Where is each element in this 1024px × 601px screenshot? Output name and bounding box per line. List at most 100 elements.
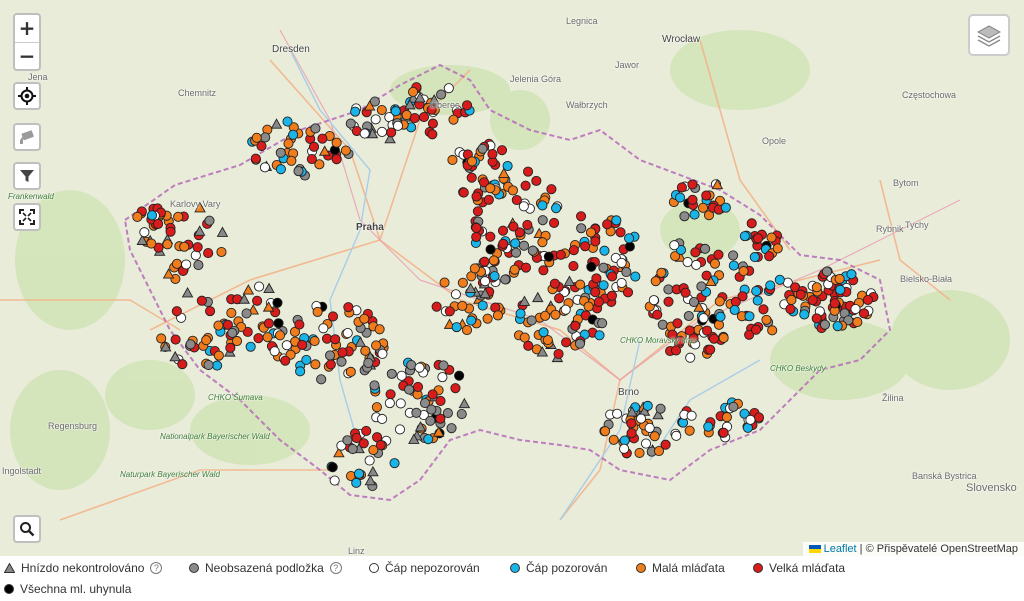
nest-marker-large[interactable]: [862, 294, 873, 305]
nest-marker-small[interactable]: [213, 320, 224, 331]
nest-marker-empty[interactable]: [241, 308, 252, 319]
nest-marker-uncontrolled[interactable]: [458, 397, 471, 409]
search-button[interactable]: [13, 515, 41, 543]
nest-marker-small[interactable]: [600, 426, 611, 437]
nest-marker-empty[interactable]: [510, 247, 522, 258]
nest-marker-large[interactable]: [753, 233, 764, 244]
nest-marker-large[interactable]: [297, 339, 308, 350]
nest-marker-observed[interactable]: [744, 311, 755, 322]
nest-marker-small[interactable]: [371, 340, 382, 351]
nest-marker-large[interactable]: [435, 395, 446, 407]
nest-marker-small[interactable]: [201, 335, 212, 346]
nest-marker-large[interactable]: [746, 218, 757, 229]
nest-marker-observed[interactable]: [689, 209, 700, 220]
nest-marker-large[interactable]: [308, 141, 320, 152]
nest-marker-not_observed[interactable]: [560, 304, 571, 315]
nest-marker-not_observed[interactable]: [616, 257, 627, 268]
nest-marker-not_observed[interactable]: [437, 372, 448, 383]
nest-marker-small[interactable]: [684, 425, 695, 436]
nest-marker-observed[interactable]: [703, 421, 714, 432]
nest-marker-small[interactable]: [482, 313, 493, 324]
nest-marker-not_observed[interactable]: [414, 362, 425, 373]
nest-marker-small[interactable]: [461, 325, 473, 336]
nest-marker-large[interactable]: [580, 241, 591, 252]
nest-marker-small[interactable]: [656, 267, 667, 278]
nest-marker-small[interactable]: [653, 445, 665, 457]
nest-marker-small[interactable]: [492, 310, 503, 321]
nest-marker-large[interactable]: [165, 226, 176, 237]
nest-marker-large[interactable]: [602, 219, 613, 230]
nest-marker-observed[interactable]: [630, 271, 641, 282]
nest-marker-not_observed[interactable]: [318, 323, 329, 334]
nest-marker-large[interactable]: [427, 389, 438, 400]
nest-marker-small[interactable]: [216, 246, 227, 258]
nest-marker-large[interactable]: [462, 100, 473, 111]
nest-marker-large[interactable]: [576, 211, 587, 222]
nest-marker-large[interactable]: [520, 262, 532, 273]
nest-marker-large[interactable]: [471, 222, 482, 233]
nest-marker-empty[interactable]: [683, 310, 694, 322]
nest-marker-empty[interactable]: [821, 266, 833, 277]
nest-marker-uncontrolled[interactable]: [193, 225, 206, 236]
nest-marker-observed[interactable]: [611, 215, 622, 226]
nest-marker-empty[interactable]: [518, 240, 530, 251]
nest-marker-large[interactable]: [730, 296, 741, 307]
nest-marker-small[interactable]: [766, 232, 777, 243]
nest-marker-small[interactable]: [772, 243, 783, 254]
nest-marker-not_observed[interactable]: [370, 114, 381, 125]
nest-marker-large[interactable]: [508, 221, 519, 232]
nest-marker-observed[interactable]: [515, 308, 526, 319]
nest-marker-observed[interactable]: [799, 309, 810, 320]
nest-marker-large[interactable]: [785, 304, 796, 315]
nest-marker-small[interactable]: [368, 444, 379, 456]
nest-marker-uncontrolled[interactable]: [181, 286, 194, 298]
nest-marker-large[interactable]: [466, 172, 477, 183]
nest-marker-observed[interactable]: [598, 280, 609, 291]
nest-marker-observed[interactable]: [510, 238, 521, 249]
nest-marker-large[interactable]: [672, 318, 683, 329]
nest-marker-observed[interactable]: [749, 252, 760, 263]
nest-marker-large[interactable]: [522, 219, 533, 230]
nest-marker-observed[interactable]: [245, 341, 256, 352]
nest-marker-small[interactable]: [262, 332, 273, 343]
nest-marker-empty[interactable]: [527, 245, 538, 256]
zoom-out-button[interactable]: −: [15, 41, 39, 70]
nest-marker-not_observed[interactable]: [691, 259, 702, 271]
nest-marker-died[interactable]: [327, 462, 338, 473]
nest-marker-large[interactable]: [343, 302, 354, 313]
nest-marker-large[interactable]: [606, 290, 617, 301]
nest-marker-empty[interactable]: [345, 118, 356, 129]
nest-marker-died[interactable]: [454, 370, 465, 381]
nest-marker-large[interactable]: [858, 308, 870, 319]
nest-marker-not_observed[interactable]: [181, 259, 192, 270]
nest-marker-empty[interactable]: [663, 284, 674, 295]
nest-marker-large[interactable]: [555, 249, 566, 260]
nest-marker-observed[interactable]: [423, 434, 434, 445]
nest-marker-large[interactable]: [593, 296, 604, 308]
nest-marker-empty[interactable]: [657, 319, 668, 330]
nest-marker-not_observed[interactable]: [329, 475, 340, 486]
nest-marker-empty[interactable]: [728, 401, 739, 412]
nest-marker-large[interactable]: [427, 129, 438, 140]
nest-marker-small[interactable]: [156, 333, 167, 344]
nest-marker-large[interactable]: [263, 318, 274, 329]
nest-marker-empty[interactable]: [275, 147, 286, 158]
nest-marker-large[interactable]: [471, 191, 482, 202]
nest-marker-large[interactable]: [680, 287, 691, 298]
nest-marker-small[interactable]: [173, 211, 184, 222]
nest-marker-small[interactable]: [286, 155, 297, 166]
nest-marker-large[interactable]: [626, 428, 637, 439]
nest-marker-empty[interactable]: [597, 318, 608, 329]
nest-marker-not_observed[interactable]: [671, 430, 682, 441]
nest-marker-large[interactable]: [546, 184, 557, 195]
nest-marker-small[interactable]: [162, 239, 173, 250]
nest-marker-empty[interactable]: [598, 262, 609, 273]
nest-marker-large[interactable]: [708, 333, 720, 344]
nest-marker-small[interactable]: [179, 241, 190, 252]
nest-marker-small[interactable]: [767, 325, 778, 336]
legend-small[interactable]: Malá mláďata: [636, 561, 725, 575]
nest-marker-large[interactable]: [331, 154, 342, 165]
nest-marker-not_observed[interactable]: [269, 346, 280, 357]
nest-marker-not_observed[interactable]: [376, 126, 388, 137]
nest-marker-died[interactable]: [624, 241, 635, 252]
